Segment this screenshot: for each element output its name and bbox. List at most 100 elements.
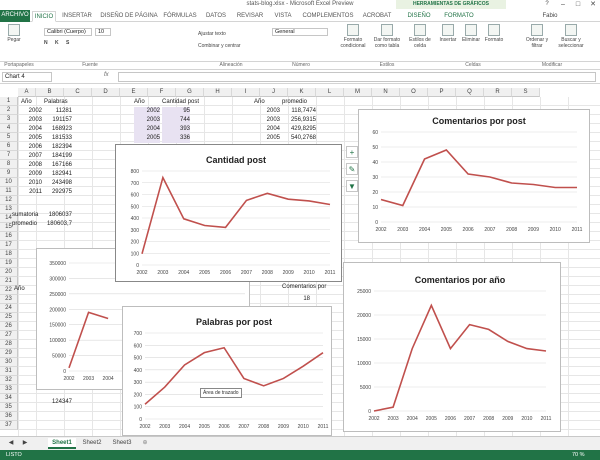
row-header-33[interactable]: 33 [0,385,18,394]
cell-styles-button[interactable]: Estilos de celda [406,24,434,49]
cell-a20[interactable]: Año [14,285,38,294]
insert-cells-button[interactable]: Insertar [438,24,458,43]
column-header-k[interactable]: K [288,88,316,97]
font-name-select[interactable]: Calibri (Cuerpo) [44,28,92,36]
cell-year[interactable]: 2005 [134,134,160,143]
cell-average[interactable]: 118,7474 [282,107,316,116]
cell-j1[interactable]: promedio [282,98,316,107]
row-header-10[interactable]: 10 [0,178,18,187]
column-header-s[interactable]: S [512,88,540,97]
row-header-24[interactable]: 24 [0,304,18,313]
cell-year[interactable]: 2002 [18,107,42,116]
find-select-button[interactable]: Buscar y seleccionar [556,24,586,49]
column-header-e[interactable]: E [120,88,148,97]
row-header-2[interactable]: 2 [0,106,18,115]
column-header-n[interactable]: N [372,88,400,97]
table-format-button[interactable]: Dar formato como tabla [370,24,404,49]
paste-button[interactable]: Pegar [4,24,24,43]
row-header-8[interactable]: 8 [0,160,18,169]
tab-complementos[interactable]: COMPLEMENTOS [300,11,356,22]
column-header-q[interactable]: Q [456,88,484,97]
tab-formato[interactable]: FORMATO [442,11,476,22]
fx-icon[interactable]: fx [104,72,109,78]
row-header-19[interactable]: 19 [0,259,18,268]
zoom-level[interactable]: 70 % [572,450,585,460]
cell-words[interactable]: 292975 [40,188,72,197]
cell-posts[interactable]: 744 [162,116,190,125]
row-header-11[interactable]: 11 [0,187,18,196]
cell-words[interactable]: 182394 [40,143,72,152]
column-header-r[interactable]: R [484,88,512,97]
maximize-button[interactable]: □ [571,0,585,9]
prev-sheet-button[interactable]: ◀ [4,438,18,449]
tab-diseno-pagina[interactable]: DISEÑO DE PÁGINA [100,11,158,22]
cell-words[interactable]: 11281 [40,107,72,116]
cell-words[interactable]: 168923 [40,125,72,134]
cell-year[interactable]: 2003 [134,116,160,125]
chart-filters-button[interactable]: ▼ [346,180,358,192]
font-size-select[interactable]: 10 [95,28,111,36]
tab-formulas[interactable]: FÓRMULAS [162,11,198,22]
column-header-m[interactable]: M [344,88,372,97]
cell-posts[interactable]: 336 [162,134,190,143]
chart-comentarios-anio[interactable]: Comentarios por año 0 5000 10000 15000 20000 2… [343,262,561,432]
cell-i1[interactable]: Año [254,98,278,107]
cell-a33-value[interactable]: 124347 [40,398,72,407]
cell-year[interactable]: 2003 [254,107,280,116]
sheet-tab-1[interactable]: Sheet1 [48,438,76,449]
cell-year[interactable]: 2003 [18,116,42,125]
row-header-25[interactable]: 25 [0,313,18,322]
cell-year[interactable]: 2010 [18,179,42,188]
row-header-4[interactable]: 4 [0,124,18,133]
row-header-20[interactable]: 20 [0,268,18,277]
tab-insertar[interactable]: INSERTAR [60,11,94,22]
tab-archivo[interactable]: ARCHIVO [0,10,30,22]
format-cells-button[interactable]: Formato [484,24,504,43]
row-header-7[interactable]: 7 [0,151,18,160]
row-header-5[interactable]: 5 [0,133,18,142]
user-name[interactable]: Fabio [540,11,560,22]
formula-input[interactable] [118,72,596,82]
column-header-a[interactable]: A [18,88,36,97]
column-header-f[interactable]: F [148,88,176,97]
cell-words[interactable]: 243498 [40,179,72,188]
cell-average[interactable]: 540,2768 [282,134,316,143]
row-header-18[interactable]: 18 [0,250,18,259]
next-sheet-button[interactable]: ▶ [18,438,32,449]
cell-words[interactable]: 182941 [40,170,72,179]
cell-year[interactable]: 2002 [134,107,160,116]
cell-year[interactable]: 2006 [18,143,42,152]
row-header-27[interactable]: 27 [0,331,18,340]
row-header-12[interactable]: 12 [0,196,18,205]
row-header-29[interactable]: 29 [0,349,18,358]
worksheet-grid[interactable]: ABCDEFGHIJKLMNOPQRS 1 2 3 4 5 6 7 8 9 10 11 12 13 14 1… [0,88,600,436]
cell-year[interactable]: 2009 [18,170,42,179]
cell-i20[interactable]: Comentarios por [282,283,338,292]
row-header-3[interactable]: 3 [0,115,18,124]
sheet-tab-2[interactable]: Sheet2 [78,438,106,449]
row-header-37[interactable]: 37 [0,421,18,430]
row-header-28[interactable]: 28 [0,340,18,349]
row-header-23[interactable]: 23 [0,295,18,304]
cell-year[interactable]: 2003 [254,116,280,125]
cell-year[interactable]: 2004 [134,125,160,134]
column-header-i[interactable]: I [232,88,260,97]
cell-words[interactable]: 184199 [40,152,72,161]
row-header-6[interactable]: 6 [0,142,18,151]
minimize-button[interactable]: – [556,0,570,9]
number-format-select[interactable]: General [272,28,328,36]
cell-year[interactable]: 2007 [18,152,42,161]
cell-words[interactable]: 191157 [40,116,72,125]
column-header-b[interactable]: B [36,88,64,97]
column-header-j[interactable]: J [260,88,288,97]
column-header-g[interactable]: G [176,88,204,97]
column-header-h[interactable]: H [204,88,232,97]
name-box[interactable]: Chart 4 [2,72,52,82]
cell-year[interactable]: 2004 [18,125,42,134]
column-header-d[interactable]: D [92,88,120,97]
chart-elements-button[interactable]: + [346,146,358,158]
tab-acrobat[interactable]: ACROBAT [360,11,394,22]
chart-cantidad-post[interactable]: Cantidad post 0 100 200 300 400 500 600 700 800 20… [115,144,342,282]
conditional-format-button[interactable]: Formato condicional [340,24,366,49]
cell-average[interactable]: 256,9315 [282,116,316,125]
